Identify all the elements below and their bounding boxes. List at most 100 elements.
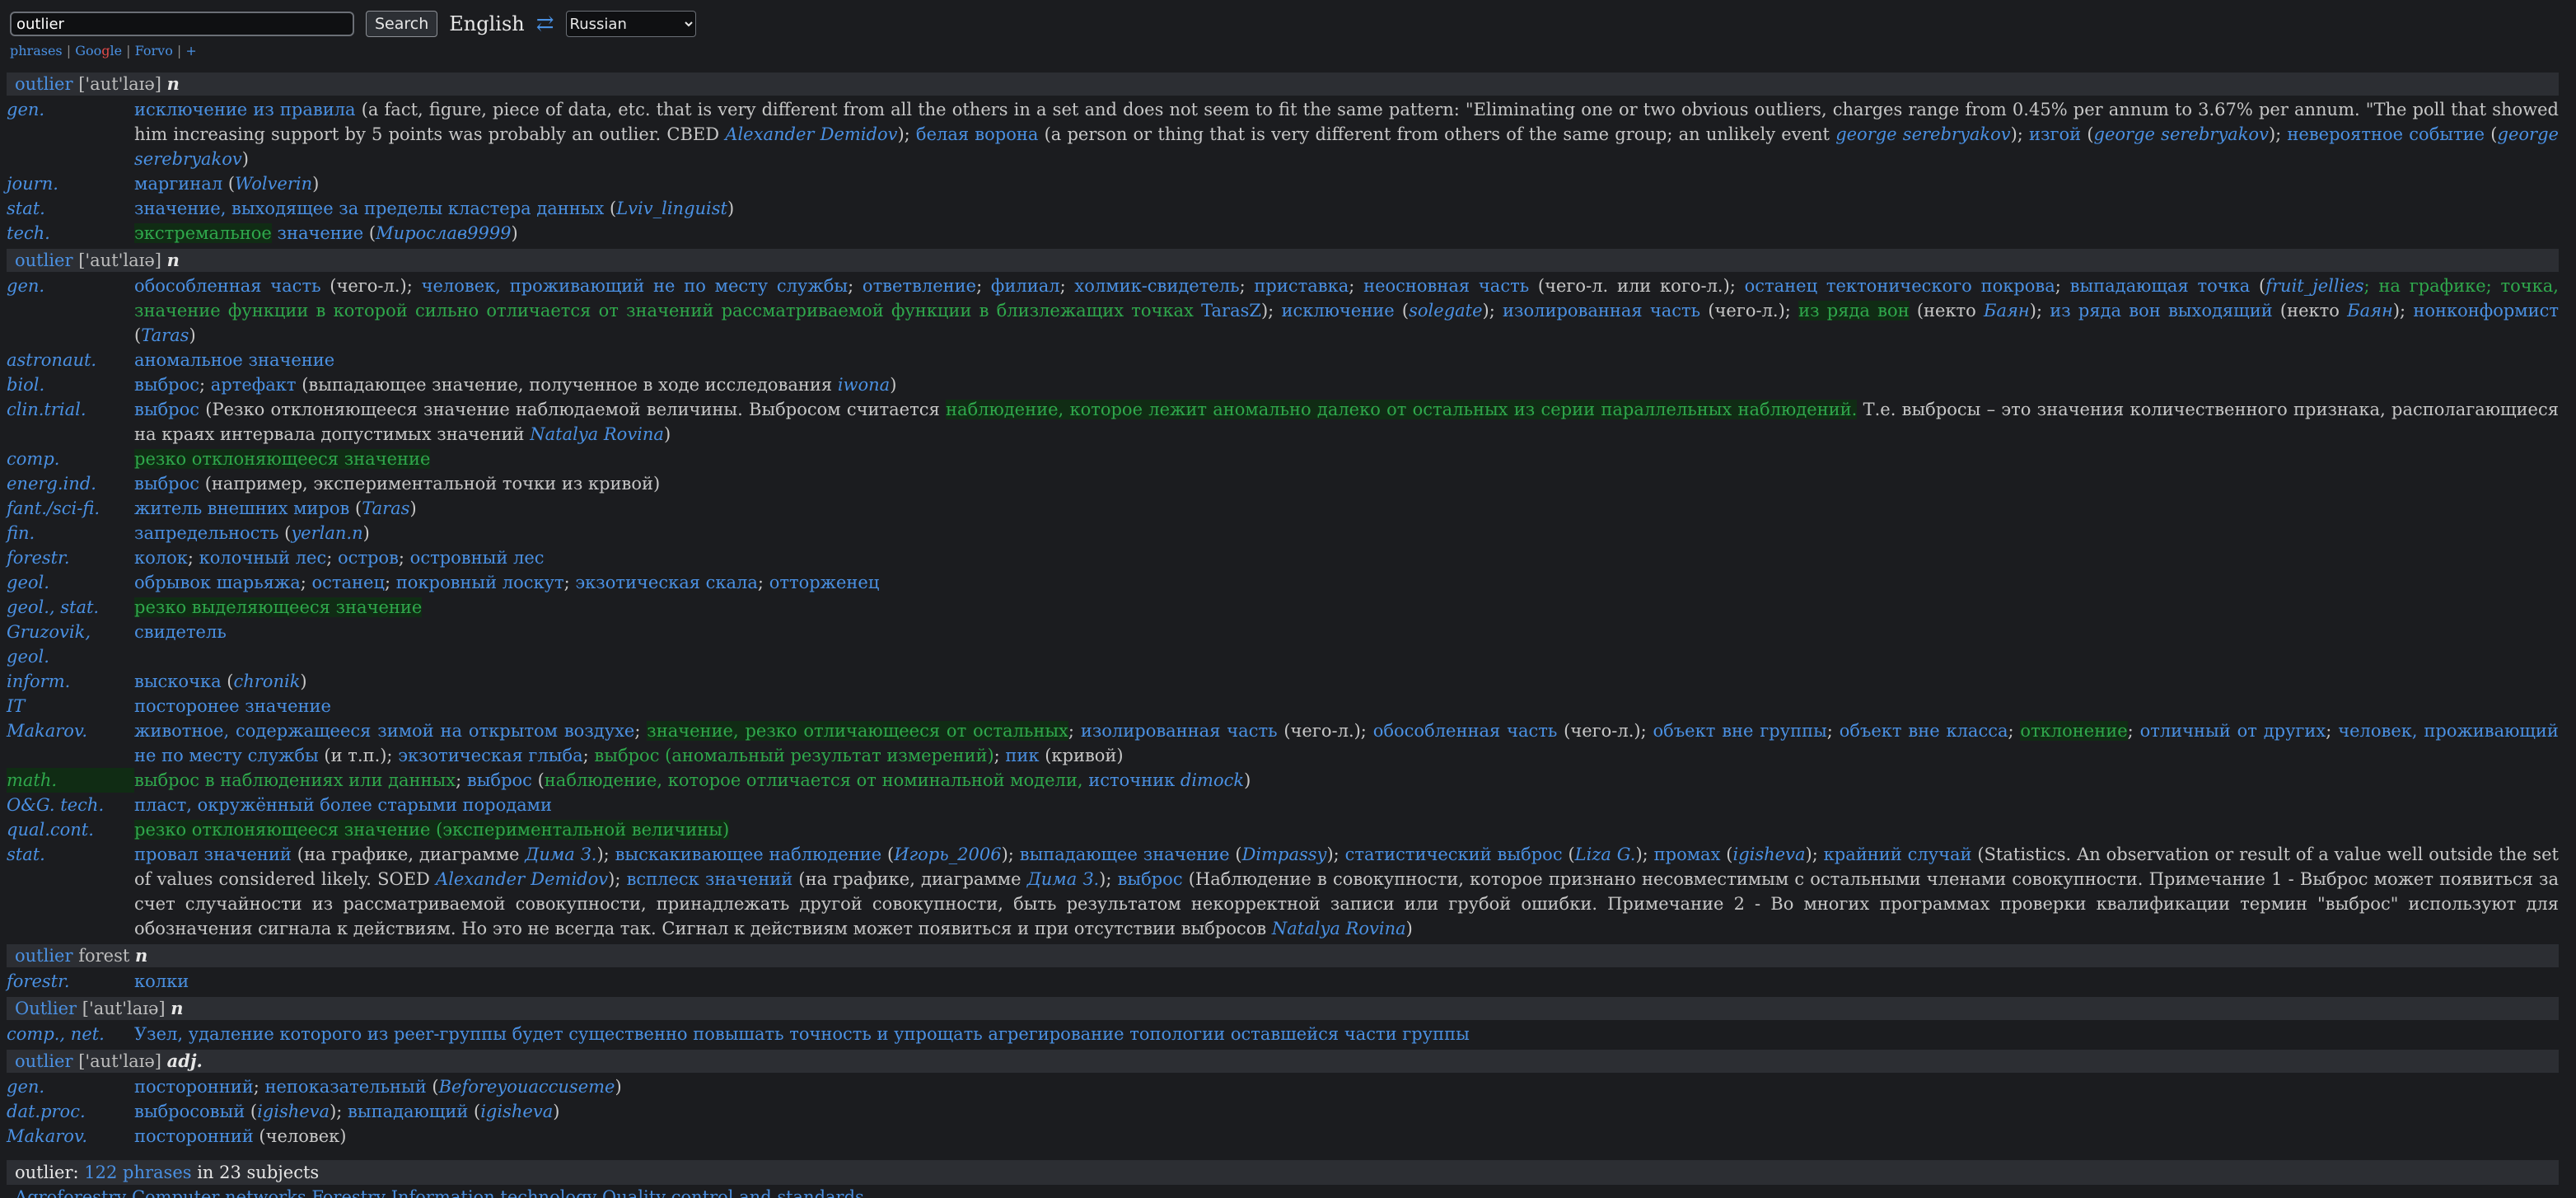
translation-link[interactable]: значение, выходящее за пределы кластера … — [134, 199, 604, 218]
translation-link[interactable]: житель внешних миров — [134, 498, 349, 518]
subject-label[interactable]: gen. — [7, 1074, 134, 1099]
translation-link[interactable]: неосновная часть — [1363, 276, 1529, 296]
subject-label[interactable]: fant./sci-fi. — [7, 496, 134, 521]
author-link[interactable]: george serebryakov — [2094, 124, 2269, 144]
author-link[interactable]: Beforeyouaccuseme — [439, 1077, 615, 1097]
translation-link[interactable]: остров — [338, 548, 399, 568]
highlighted-translation[interactable]: резко выделяющееся значение — [134, 597, 423, 617]
author-link[interactable]: TarasZ — [1194, 301, 1261, 321]
author-link[interactable]: Игорь_2006 — [894, 845, 1001, 864]
author-link[interactable]: chronik — [233, 672, 300, 691]
translation-link[interactable]: посторонее значение — [134, 696, 331, 716]
phrases-link[interactable]: phrases — [10, 43, 63, 58]
translation-link[interactable]: непоказательный — [265, 1077, 427, 1097]
subject-label[interactable]: tech. — [7, 221, 134, 246]
subject-label[interactable]: energ.ind. — [7, 471, 134, 496]
translation-link[interactable]: покровный лоскут — [396, 573, 564, 592]
entry-term[interactable]: outlier — [15, 250, 73, 270]
subject-label[interactable]: comp. — [7, 447, 134, 471]
translation-link[interactable]: значение — [272, 223, 364, 243]
highlighted-translation[interactable]: значение, резко отличающееся от остальны… — [647, 721, 1068, 741]
subject-label[interactable]: qual.cont. — [7, 817, 134, 842]
entry-term[interactable]: Outlier — [15, 999, 77, 1018]
translation-link[interactable]: отторженец — [769, 573, 880, 592]
author-link[interactable]: Баян — [1984, 301, 2030, 321]
author-link[interactable]: igisheva — [480, 1102, 553, 1121]
author-link[interactable]: Taras — [141, 325, 189, 345]
author-link[interactable]: george serebryakov — [1835, 124, 2010, 144]
author-link[interactable]: Liza G. — [1575, 845, 1636, 864]
translation-link[interactable]: выброс — [134, 474, 199, 494]
author-link[interactable]: Natalya Rovina — [1272, 919, 1406, 938]
translation-link[interactable]: нонконформист — [2413, 301, 2559, 321]
author-link[interactable]: Dimpassy — [1242, 845, 1327, 864]
subject-label[interactable]: stat. — [7, 842, 134, 941]
translation-link[interactable]: останец — [311, 573, 384, 592]
translation-link[interactable]: артефакт — [211, 375, 297, 395]
translation-link[interactable]: аномальное значение — [134, 350, 334, 370]
subject-label[interactable]: clin.trial. — [7, 397, 134, 447]
plus-link[interactable]: + — [185, 43, 196, 58]
translation-link[interactable]: останец тектонического покрова — [1745, 276, 2055, 296]
subject-label[interactable]: forestr. — [7, 969, 134, 994]
author-link[interactable]: igisheva — [1733, 845, 1806, 864]
author-link[interactable]: dimock — [1180, 770, 1244, 790]
translation-link[interactable]: Узел, удаление которого из peer-группы б… — [134, 1024, 1470, 1044]
translation-link[interactable]: колки — [134, 971, 189, 991]
swap-languages-icon[interactable]: ⇄ — [536, 12, 554, 36]
translation-link[interactable]: выпадающий — [348, 1102, 468, 1121]
translation-link[interactable]: запредельность — [134, 523, 278, 543]
subject-label[interactable]: O&G. tech. — [7, 793, 134, 817]
author-link[interactable]: Дима З. — [525, 845, 596, 864]
author-link[interactable]: Natalya Rovina — [530, 424, 664, 444]
highlighted-translation[interactable]: из ряда вон — [1798, 301, 1910, 321]
translation-link[interactable]: промах — [1654, 845, 1721, 864]
translation-link[interactable]: выброс — [134, 375, 199, 395]
translation-link[interactable]: выброс — [467, 770, 532, 790]
translation-link[interactable]: маргинал — [134, 174, 222, 194]
translation-link[interactable]: выброс — [134, 400, 199, 419]
translation-link[interactable]: невероятное событие — [2287, 124, 2485, 144]
subject-label[interactable]: biol. — [7, 372, 134, 397]
translation-link[interactable]: колочный лес — [199, 548, 327, 568]
entry-term[interactable]: outlier — [15, 74, 73, 94]
highlighted-translation[interactable]: выброс (аномальный результат измерений) — [594, 746, 993, 765]
translation-link[interactable]: холмик-свидетель — [1074, 276, 1239, 296]
author-link[interactable]: Alexander Demidov — [436, 869, 608, 889]
subject-label[interactable]: dat.proc. — [7, 1099, 134, 1124]
translation-link[interactable]: колок — [134, 548, 188, 568]
author-link[interactable]: solegate — [1409, 301, 1482, 321]
entry-term[interactable]: outlier — [15, 1051, 73, 1071]
translation-link[interactable]: выбросовый — [134, 1102, 245, 1121]
translation-link[interactable]: изгой — [2029, 124, 2081, 144]
subject-label[interactable]: fin. — [7, 521, 134, 545]
subject-label[interactable]: inform. — [7, 669, 134, 694]
translation-link[interactable]: отличный от других — [2140, 721, 2326, 741]
search-button[interactable]: Search — [366, 11, 438, 37]
subject-label[interactable]: Gruzovik, geol. — [7, 620, 134, 669]
phrases-link[interactable]: 122 phrases — [84, 1163, 191, 1182]
entry-term[interactable]: outlier — [15, 946, 73, 966]
translation-link[interactable]: объект вне группы — [1653, 721, 1827, 741]
translation-link[interactable]: обрывок шарьяжа — [134, 573, 301, 592]
subject-label[interactable]: stat. — [7, 196, 134, 221]
subject-label[interactable]: geol. — [7, 570, 134, 595]
translation-link[interactable]: обособленная часть — [134, 276, 321, 296]
author-link[interactable]: yerlan.n — [291, 523, 362, 543]
translation-link[interactable]: обособленная часть — [1373, 721, 1558, 741]
translation-link[interactable]: выскакивающее наблюдение — [615, 845, 882, 864]
translation-link[interactable]: выброс — [1118, 869, 1183, 889]
author-link[interactable]: igisheva — [257, 1102, 330, 1121]
author-link[interactable]: Taras — [362, 498, 409, 518]
author-link[interactable]: Баян — [2347, 301, 2393, 321]
translation-link[interactable]: посторонний — [134, 1077, 254, 1097]
author-link[interactable]: Alexander Demidov — [725, 124, 897, 144]
translation-link[interactable]: свидетель — [134, 622, 227, 642]
highlighted-translation[interactable]: резко отклоняющееся значение — [134, 449, 431, 469]
subject-label[interactable]: astronaut. — [7, 348, 134, 372]
translation-link[interactable]: посторонний — [134, 1126, 254, 1146]
author-link[interactable]: fruit_jellies — [2265, 276, 2363, 296]
subject-label[interactable]: gen. — [7, 97, 134, 171]
translation-link[interactable]: животное, содержащееся зимой на открытом… — [134, 721, 634, 741]
translation-link[interactable]: белая ворона — [916, 124, 1038, 144]
